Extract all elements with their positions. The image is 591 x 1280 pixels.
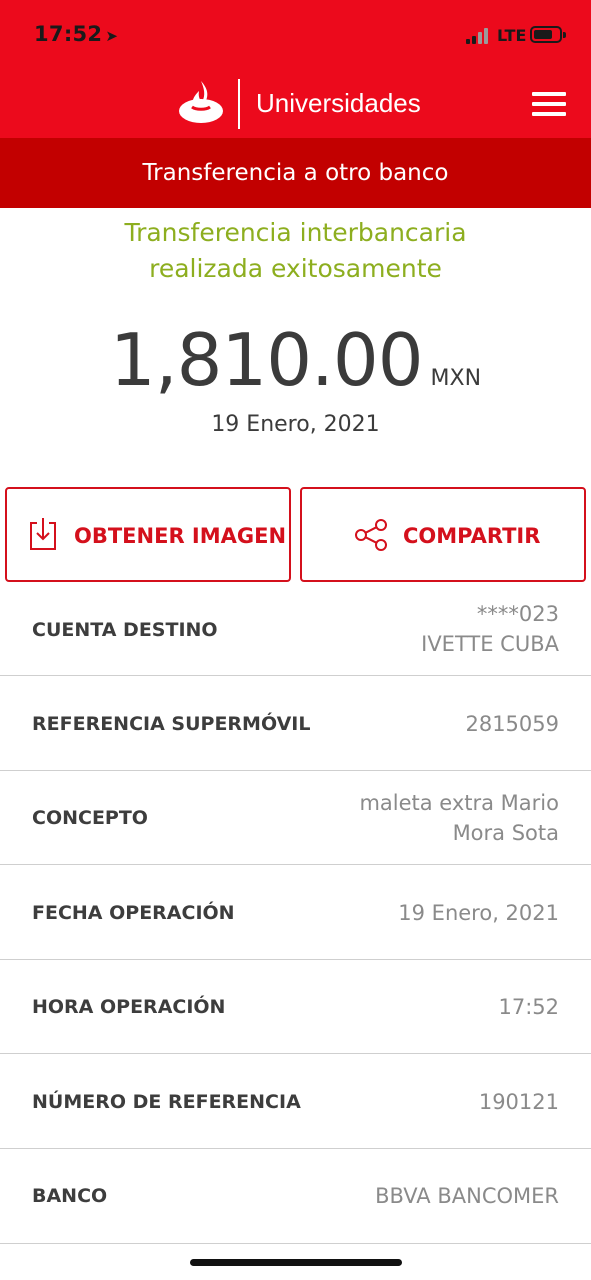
detail-label: REFERENCIA SUPERMÓVIL [32,713,311,735]
detail-value: 17:52 [498,992,559,1022]
detail-value-line: 2815059 [465,712,559,736]
detail-value: 19 Enero, 2021 [398,898,559,928]
logo-divider [238,79,240,129]
detail-value-line: BBVA BANCOMER [375,1184,559,1208]
detail-label: BANCO [32,1185,108,1207]
detail-value-line: ****023 [476,602,559,626]
detail-row-referencia-supermovil: REFERENCIA SUPERMÓVIL 2815059 [0,676,591,771]
detail-label: CUENTA DESTINO [32,619,218,641]
detail-row-cuenta-destino: CUENTA DESTINO ****023 IVETTE CUBA [0,582,591,676]
get-image-label: OBTENER IMAGEN [74,524,287,548]
app-header: Universidades [0,70,591,138]
transfer-date: 19 Enero, 2021 [211,412,380,437]
status-time: 17:52 ➤ [34,22,118,46]
detail-row-numero-referencia: NÚMERO DE REFERENCIA 190121 [0,1054,591,1149]
detail-value: BBVA BANCOMER [375,1181,559,1211]
detail-label: HORA OPERACIÓN [32,996,226,1018]
share-label: COMPARTIR [403,524,541,548]
detail-label: NÚMERO DE REFERENCIA [32,1091,301,1113]
share-icon [355,519,387,551]
detail-label: FECHA OPERACIÓN [32,902,235,924]
detail-value: maleta extra Mario Mora Sota [359,788,559,848]
detail-label: CONCEPTO [32,807,148,829]
location-arrow-icon: ➤ [105,27,119,45]
detail-value-line: 190121 [478,1090,559,1114]
success-message-line2: realizada exitosamente [149,254,442,283]
brand-name: Universidades [256,88,421,118]
santander-flame-icon [179,81,223,123]
battery-icon [530,26,566,43]
page-title: Transferencia a otro banco [0,138,591,208]
status-time-text: 17:52 [34,22,103,46]
detail-value-line: Mora Sota [452,821,559,845]
detail-row-fecha-operacion: FECHA OPERACIÓN 19 Enero, 2021 [0,865,591,960]
success-message: Transferencia interbancaria realizada ex… [0,215,591,287]
download-icon [30,518,56,550]
detail-value: ****023 IVETTE CUBA [421,599,559,659]
signal-strength-icon [466,28,492,44]
network-type: LTE [497,26,527,45]
detail-value-line: IVETTE CUBA [421,632,559,656]
detail-row-concepto: CONCEPTO maleta extra Mario Mora Sota [0,771,591,865]
detail-value: 2815059 [465,709,559,739]
home-indicator[interactable] [190,1259,402,1266]
detail-value-line: maleta extra Mario [359,791,559,815]
amount-value: 1,810.00 [109,318,424,402]
detail-value-line: 19 Enero, 2021 [398,901,559,925]
detail-row-hora-operacion: HORA OPERACIÓN 17:52 [0,960,591,1054]
success-message-line1: Transferencia interbancaria [124,218,467,247]
amount-currency: MXN [430,366,482,391]
detail-row-banco: BANCO BBVA BANCOMER [0,1149,591,1244]
hamburger-menu-icon[interactable] [532,92,566,116]
detail-value-line: 17:52 [498,995,559,1019]
status-bar: 17:52 ➤ LTE [0,0,591,70]
get-image-button[interactable]: OBTENER IMAGEN [5,487,291,582]
transfer-amount: 1,810.00 MXN [0,318,591,402]
share-button[interactable]: COMPARTIR [300,487,586,582]
detail-value: 190121 [479,1087,559,1117]
